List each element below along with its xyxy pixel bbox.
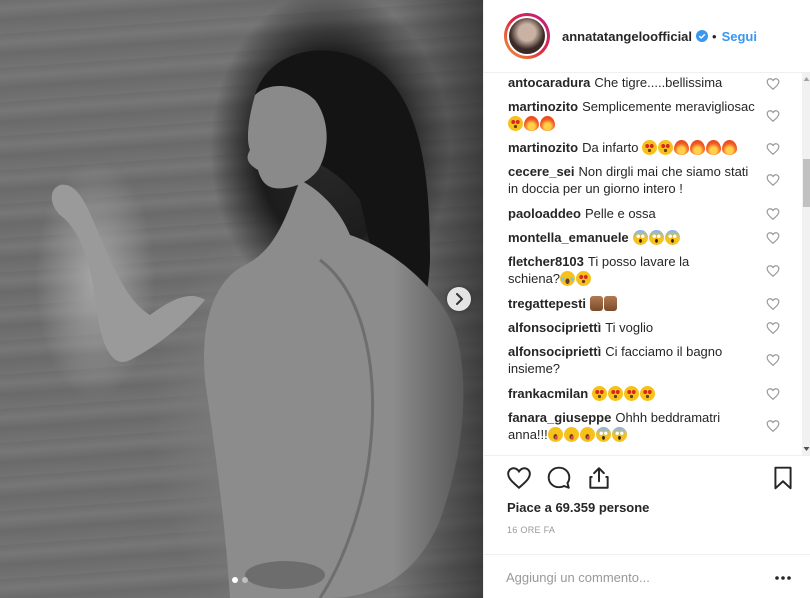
heart-icon[interactable] bbox=[766, 77, 780, 91]
scream-emoji bbox=[632, 230, 648, 245]
comment-author[interactable]: cecere_sei bbox=[508, 164, 575, 179]
fire-emoji bbox=[706, 140, 722, 155]
comments-scrollbar[interactable] bbox=[802, 73, 810, 455]
comment-icon[interactable] bbox=[546, 465, 572, 491]
scream-emoji bbox=[611, 427, 627, 442]
comment-author[interactable]: fletcher8103 bbox=[508, 254, 584, 269]
fire-emoji bbox=[674, 140, 690, 155]
comment-author[interactable]: martinozito bbox=[508, 140, 578, 155]
yum-emoji bbox=[547, 427, 563, 442]
star-struck-emoji bbox=[658, 140, 674, 155]
comment-author[interactable]: alfonsocipriettì bbox=[508, 344, 601, 359]
post-timestamp[interactable]: 16 ore fa bbox=[507, 525, 555, 535]
avatar-image bbox=[507, 16, 547, 56]
comment-author[interactable]: martinozito bbox=[508, 99, 578, 114]
scream-emoji bbox=[595, 427, 611, 442]
comment-item: frankacmilan bbox=[508, 385, 780, 402]
yum-emoji bbox=[563, 427, 579, 442]
heart-icon[interactable] bbox=[766, 173, 780, 187]
comment-item: tregattepesti bbox=[508, 295, 780, 312]
comment-item: alfonsocipriettì Ci facciamo il bagno ins… bbox=[508, 343, 748, 377]
star-struck-emoji bbox=[508, 116, 523, 131]
carousel-indicator bbox=[232, 577, 248, 583]
chevron-right-icon bbox=[456, 293, 463, 305]
comment-author[interactable]: paoloaddeo bbox=[508, 206, 581, 221]
heart-icon[interactable] bbox=[766, 142, 780, 156]
comment-item: paoloaddeo Pelle e ossa bbox=[508, 205, 780, 222]
comment-item: martinozito Da infarto bbox=[508, 139, 780, 156]
heart-icon[interactable] bbox=[766, 297, 780, 311]
scroll-up-arrow-icon[interactable] bbox=[803, 75, 810, 83]
thumbs-up-emoji bbox=[590, 296, 604, 311]
share-icon[interactable] bbox=[586, 465, 612, 491]
fire-emoji bbox=[690, 140, 706, 155]
joy-emoji bbox=[560, 271, 576, 286]
comment-author[interactable]: frankacmilan bbox=[508, 386, 588, 401]
heart-icon[interactable] bbox=[506, 465, 532, 491]
star-struck-emoji bbox=[608, 386, 624, 401]
verified-badge-icon bbox=[696, 30, 709, 42]
comment-author[interactable]: fanara_giuseppe bbox=[508, 410, 611, 425]
heart-icon[interactable] bbox=[766, 207, 780, 221]
bookmark-icon[interactable] bbox=[770, 465, 796, 491]
comment-author[interactable]: montella_emanuele bbox=[508, 230, 629, 245]
star-struck-emoji bbox=[642, 140, 658, 155]
comment-item: cecere_sei Non dirgli mai che siamo stati… bbox=[508, 163, 753, 197]
next-photo-button[interactable] bbox=[447, 287, 471, 311]
carousel-dot bbox=[232, 577, 238, 583]
scream-emoji bbox=[664, 230, 680, 245]
heart-icon[interactable] bbox=[766, 387, 780, 401]
post-actions: Piace a 69.359 persone 16 ore fa bbox=[484, 455, 810, 598]
follow-button[interactable]: Segui bbox=[722, 29, 757, 44]
yum-emoji bbox=[579, 427, 595, 442]
scroll-down-arrow-icon[interactable] bbox=[803, 445, 810, 453]
comment-item: montella_emanuele bbox=[508, 229, 780, 246]
fire-emoji bbox=[540, 116, 555, 131]
heart-icon[interactable] bbox=[766, 353, 780, 367]
add-comment-bar bbox=[484, 554, 810, 598]
fire-emoji bbox=[524, 116, 539, 131]
comment-author[interactable]: antocaradura bbox=[508, 75, 590, 90]
likes-prefix: Piace a bbox=[507, 500, 552, 515]
comments-list[interactable]: antocaradura Che tigre.....bellissima mar… bbox=[484, 73, 810, 455]
heart-icon[interactable] bbox=[766, 264, 780, 278]
post-photo[interactable] bbox=[0, 0, 483, 598]
comment-item: martinozito Semplicemente meravigliosac bbox=[508, 98, 758, 132]
likes-count[interactable]: Piace a 69.359 persone bbox=[507, 500, 649, 515]
heart-icon[interactable] bbox=[766, 321, 780, 335]
scream-emoji bbox=[648, 230, 664, 245]
post-header: annatatangeloofficial • Segui bbox=[484, 0, 810, 73]
more-options-icon[interactable] bbox=[774, 575, 792, 581]
thumbs-up-emoji bbox=[604, 296, 618, 311]
username-link[interactable]: annatatangeloofficial bbox=[562, 29, 692, 44]
comment-item: fanara_giuseppe Ohhh beddramatri anna!!! bbox=[508, 409, 748, 443]
comment-author[interactable]: alfonsocipriettì bbox=[508, 320, 601, 335]
comment-item: fletcher8103 Ti posso lavare la schiena? bbox=[508, 253, 728, 287]
star-struck-emoji bbox=[576, 271, 592, 286]
comment-text: Da infarto bbox=[582, 140, 639, 155]
comment-item: alfonsocipriettì Ti voglio bbox=[508, 319, 780, 336]
comment-item: antocaradura Che tigre.....bellissima bbox=[508, 74, 780, 91]
scrollbar-thumb[interactable] bbox=[803, 159, 810, 207]
comment-text: Ti voglio bbox=[605, 320, 654, 335]
avatar[interactable] bbox=[504, 13, 550, 59]
star-struck-emoji bbox=[624, 386, 640, 401]
comment-author[interactable]: tregattepesti bbox=[508, 296, 586, 311]
heart-icon[interactable] bbox=[766, 231, 780, 245]
heart-icon[interactable] bbox=[766, 419, 780, 433]
star-struck-emoji bbox=[640, 386, 656, 401]
carousel-dot bbox=[242, 577, 248, 583]
comment-text: Pelle e ossa bbox=[584, 206, 656, 221]
star-struck-emoji bbox=[592, 386, 608, 401]
likes-number: 69.359 bbox=[555, 500, 596, 515]
comment-text: Semplicemente meravigliosac bbox=[582, 99, 755, 114]
comment-text: Che tigre.....bellissima bbox=[594, 75, 723, 90]
likes-suffix: persone bbox=[598, 500, 650, 515]
fire-emoji bbox=[722, 140, 738, 155]
heart-icon[interactable] bbox=[766, 109, 780, 123]
comment-input[interactable] bbox=[506, 565, 736, 589]
separator-dot: • bbox=[712, 28, 717, 44]
post-side-panel: annatatangeloofficial • Segui antocaradu… bbox=[483, 0, 810, 598]
